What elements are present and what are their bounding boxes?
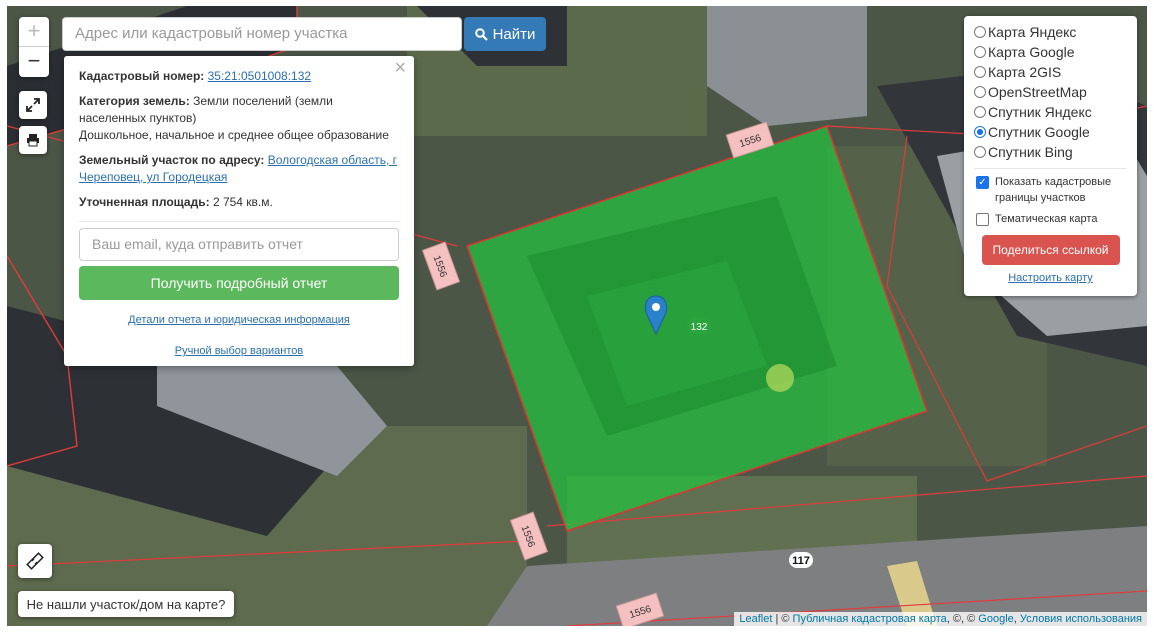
road-number-label: 117 bbox=[789, 552, 813, 568]
checkbox-checked-icon: ✓ bbox=[976, 176, 989, 189]
radio-selected-icon bbox=[974, 126, 986, 138]
report-details-link[interactable]: Детали отчета и юридическая информация bbox=[128, 314, 350, 326]
close-icon[interactable]: × bbox=[394, 58, 406, 78]
radio-icon bbox=[974, 146, 986, 158]
parcel-number-label: 132 bbox=[687, 318, 711, 334]
land-use-value: Дошкольное, начальное и среднее общее об… bbox=[79, 128, 389, 142]
layer-option[interactable]: Карта Яндекс bbox=[974, 22, 1127, 42]
cadastral-number-label: Кадастровый номер: bbox=[79, 69, 205, 83]
get-report-button[interactable]: Получить подробный отчет bbox=[79, 266, 399, 300]
cadastral-number-row: Кадастровый номер: 35:21:0501008:132 bbox=[79, 68, 399, 85]
thematic-map-label: Тематическая карта bbox=[995, 213, 1098, 225]
cadastral-number-link[interactable]: 35:21:0501008:132 bbox=[208, 69, 311, 83]
layer-option-label: Спутник Google bbox=[988, 124, 1090, 140]
layer-option[interactable]: Карта 2GIS bbox=[974, 62, 1127, 82]
radio-icon bbox=[974, 26, 986, 38]
ruler-icon bbox=[26, 552, 44, 570]
layer-option[interactable]: OpenStreetMap bbox=[974, 82, 1127, 102]
zoom-out-button[interactable]: − bbox=[19, 47, 49, 77]
land-category-label: Категория земель: bbox=[79, 94, 190, 108]
address-row: Земельный участок по адресу: Вологодская… bbox=[79, 152, 399, 186]
show-borders-checkbox[interactable]: ✓ Показать кадастровые границы участков bbox=[974, 174, 1127, 206]
layer-option[interactable]: Спутник Bing bbox=[974, 142, 1127, 162]
layer-option-label: OpenStreetMap bbox=[988, 84, 1087, 100]
find-button-label: Найти bbox=[492, 25, 536, 43]
area-row: Уточненная площадь: 2 754 кв.м. bbox=[79, 194, 399, 211]
area-label: Уточненная площадь: bbox=[79, 195, 210, 209]
pkk-link[interactable]: Публичная кадастровая карта bbox=[793, 613, 947, 625]
google-link[interactable]: Google bbox=[978, 613, 1013, 625]
radio-icon bbox=[974, 106, 986, 118]
layer-option-label: Карта Яндекс bbox=[988, 24, 1077, 40]
svg-text:132: 132 bbox=[691, 322, 708, 333]
parcel-info-popup: × Кадастровый номер: 35:21:0501008:132 К… bbox=[64, 56, 414, 366]
thematic-map-checkbox[interactable]: Тематическая карта bbox=[974, 211, 1127, 227]
search-icon bbox=[474, 27, 488, 41]
layer-option-label: Спутник Яндекс bbox=[988, 104, 1092, 120]
map-layers-panel: Карта Яндекс Карта Google Карта 2GIS OpenSt… bbox=[964, 16, 1137, 296]
layer-option[interactable]: Спутник Яндекс bbox=[974, 102, 1127, 122]
manual-selection-link[interactable]: Ручной выбор вариантов bbox=[175, 345, 303, 357]
zoom-control: + − bbox=[19, 17, 49, 77]
zoom-in-button[interactable]: + bbox=[19, 17, 49, 47]
leaflet-link[interactable]: Leaflet bbox=[739, 613, 772, 625]
radio-icon bbox=[974, 46, 986, 58]
attribution-separator: , ©, © bbox=[946, 613, 979, 625]
terms-link[interactable]: Условия использования bbox=[1020, 613, 1142, 625]
layer-option-label: Спутник Bing bbox=[988, 144, 1073, 160]
map-canvas[interactable]: 1556 1556 1556 1556 132 117 + − Адрес ил… bbox=[7, 6, 1147, 626]
email-field[interactable]: Ваш email, куда отправить отчет bbox=[79, 228, 399, 261]
area-value: 2 754 кв.м. bbox=[212, 195, 273, 209]
address-label: Земельный участок по адресу: bbox=[79, 153, 265, 167]
divider bbox=[79, 221, 399, 222]
divider bbox=[974, 168, 1127, 169]
radio-icon bbox=[974, 66, 986, 78]
expand-icon bbox=[26, 98, 40, 112]
svg-text:117: 117 bbox=[792, 555, 810, 567]
layer-option-label: Карта 2GIS bbox=[988, 64, 1062, 80]
layer-option[interactable]: Спутник Google bbox=[974, 122, 1127, 142]
checkbox-unchecked-icon bbox=[976, 213, 989, 226]
land-category-row: Категория земель: Земли поселений (земли… bbox=[79, 93, 399, 144]
print-button[interactable] bbox=[19, 126, 47, 154]
map-attribution: Leaflet | © Публичная кадастровая карта,… bbox=[734, 612, 1147, 626]
find-button[interactable]: Найти bbox=[464, 17, 546, 51]
attribution-separator: | © bbox=[772, 613, 793, 625]
not-found-button[interactable]: Не нашли участок/дом на карте? bbox=[18, 591, 234, 617]
printer-icon bbox=[27, 134, 39, 147]
layer-option-label: Карта Google bbox=[988, 44, 1075, 60]
share-link-button[interactable]: Поделиться ссылкой bbox=[981, 235, 1120, 265]
search-input[interactable]: Адрес или кадастровый номер участка bbox=[62, 17, 462, 51]
fullscreen-button[interactable] bbox=[19, 91, 47, 119]
measure-button[interactable] bbox=[18, 544, 52, 578]
configure-map-link[interactable]: Настроить карту bbox=[974, 272, 1127, 284]
radio-icon bbox=[974, 86, 986, 98]
show-borders-label: Показать кадастровые границы участков bbox=[995, 176, 1112, 204]
layer-option[interactable]: Карта Google bbox=[974, 42, 1127, 62]
